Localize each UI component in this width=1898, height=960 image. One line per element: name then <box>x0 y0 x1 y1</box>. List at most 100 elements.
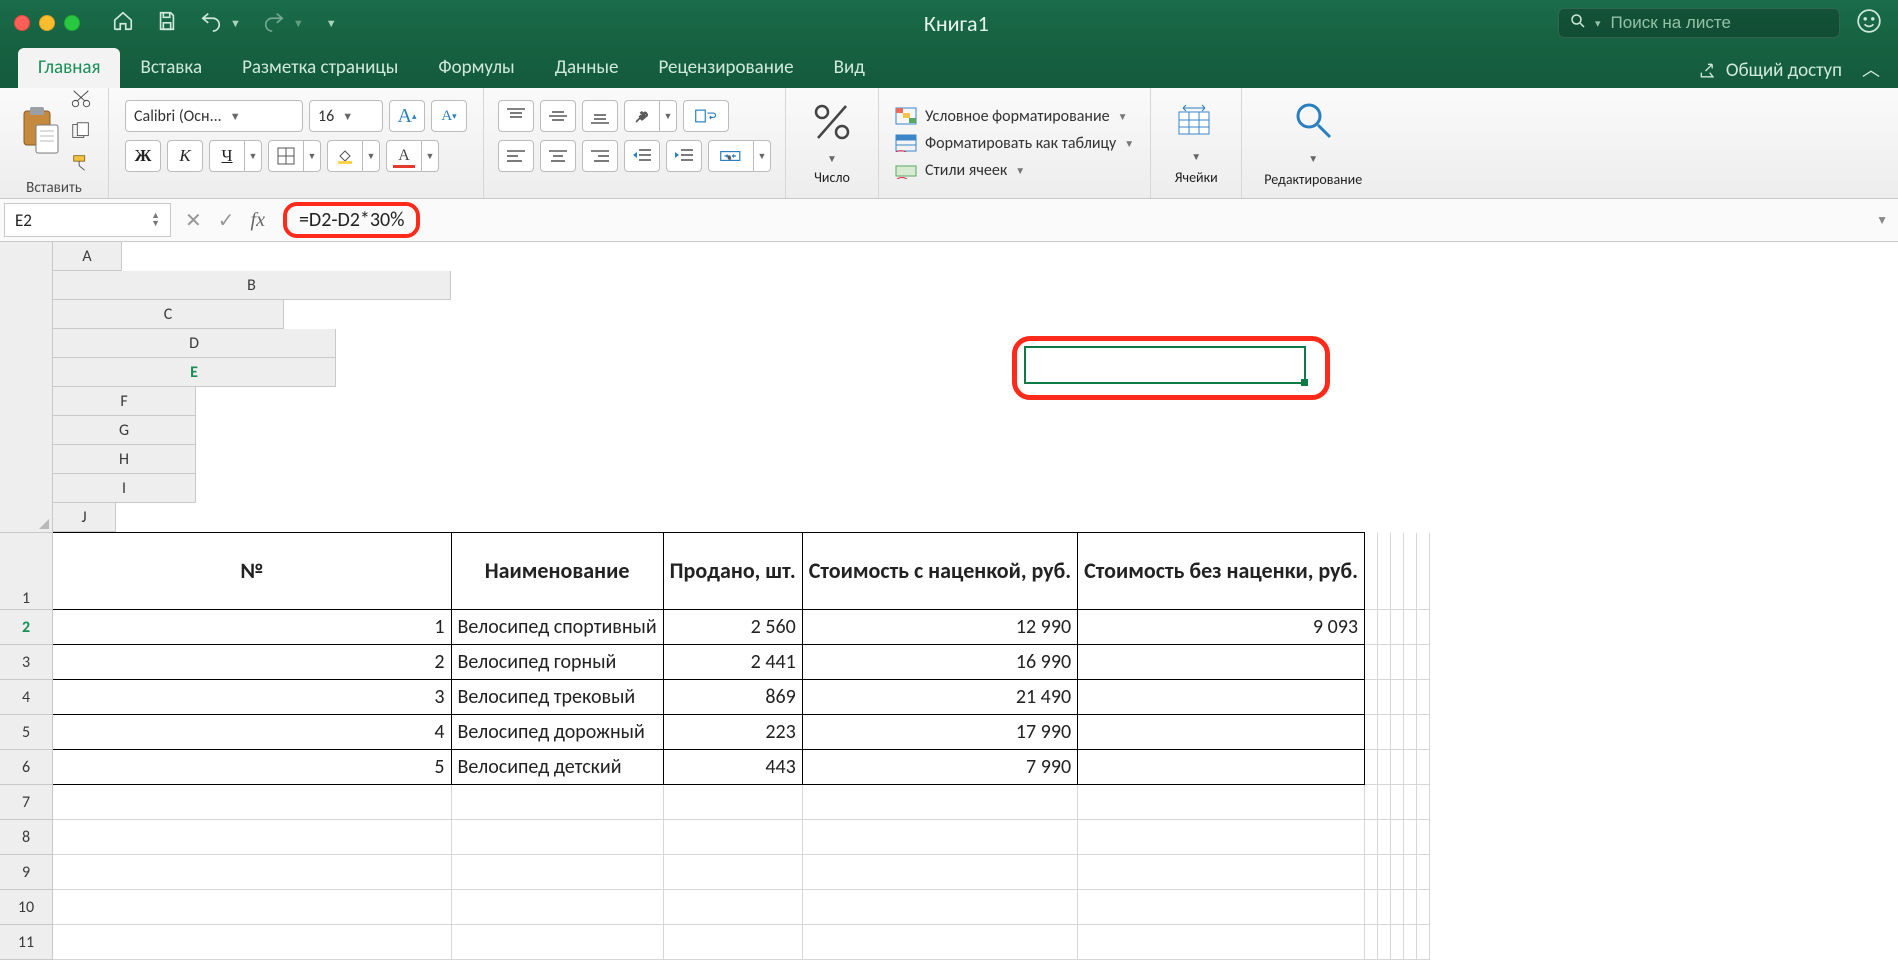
find-icon[interactable] <box>1291 98 1335 146</box>
font-size-select[interactable]: 16▼ <box>309 100 383 132</box>
align-center-icon[interactable] <box>540 140 576 172</box>
shrink-font-button[interactable]: A▾ <box>431 100 467 132</box>
cell-D4[interactable]: 21 490 <box>802 680 1077 715</box>
cell-A2[interactable]: 1 <box>53 610 452 645</box>
cell-A3[interactable]: 2 <box>53 645 452 680</box>
search-input[interactable] <box>1609 12 1829 34</box>
search-box[interactable]: ▾ <box>1558 8 1840 38</box>
cell-D1[interactable]: Стоимость с наценкой, руб. <box>802 533 1077 610</box>
accept-formula-icon[interactable]: ✓ <box>218 208 235 233</box>
col-header-H[interactable]: H <box>53 445 196 474</box>
redo-icon[interactable] <box>263 10 285 36</box>
percent-icon[interactable] <box>810 100 854 148</box>
cut-icon[interactable] <box>70 89 92 113</box>
col-header-E[interactable]: E <box>53 358 336 387</box>
cell-A4[interactable]: 3 <box>53 680 452 715</box>
minimize-window-button[interactable] <box>39 15 55 31</box>
col-header-C[interactable]: C <box>53 300 284 329</box>
collapse-ribbon-button[interactable]: ︿ <box>1862 56 1880 88</box>
cell-A6[interactable]: 5 <box>53 750 452 785</box>
tab-view[interactable]: Вид <box>814 48 885 88</box>
cell-C1[interactable]: Продано, шт. <box>663 533 802 610</box>
align-top-icon[interactable] <box>498 100 534 132</box>
col-header-A[interactable]: A <box>53 242 122 271</box>
cell-C3[interactable]: 2 441 <box>663 645 802 680</box>
cell-J1[interactable] <box>1417 533 1430 610</box>
format-as-table-button[interactable]: Форматировать как таблицу▼ <box>895 134 1134 153</box>
align-middle-icon[interactable] <box>540 100 576 132</box>
cell-styles-button[interactable]: Стили ячеек▼ <box>895 161 1134 180</box>
col-header-B[interactable]: B <box>53 271 451 300</box>
cell-D2[interactable]: 12 990 <box>802 610 1077 645</box>
col-header-I[interactable]: I <box>53 474 196 503</box>
cell-E3[interactable] <box>1078 645 1365 680</box>
tab-formulas[interactable]: Формулы <box>418 48 534 88</box>
cells-icon[interactable] <box>1173 100 1219 144</box>
search-dropdown-icon[interactable]: ▾ <box>1595 17 1601 30</box>
align-bottom-icon[interactable] <box>582 100 618 132</box>
cell-I1[interactable] <box>1404 533 1417 610</box>
merge-button[interactable]: a▼ <box>708 140 771 172</box>
name-box[interactable]: E2 ▲▼ <box>4 203 171 237</box>
cell-B1[interactable]: Наименование <box>451 533 663 610</box>
borders-button[interactable]: ▼ <box>268 140 321 172</box>
row-header-10[interactable]: 10 <box>0 890 53 925</box>
row-header-11[interactable]: 11 <box>0 925 53 960</box>
cell-A1[interactable]: № <box>53 533 452 610</box>
font-color-button[interactable]: А▼ <box>386 140 439 172</box>
row-header-1[interactable]: 1 <box>0 533 53 610</box>
cell-B6[interactable]: Велосипед детский <box>451 750 663 785</box>
col-header-D[interactable]: D <box>53 329 336 358</box>
cell-B2[interactable]: Велосипед спортивный <box>451 610 663 645</box>
underline-button[interactable]: Ч▼ <box>209 140 262 172</box>
cell-B5[interactable]: Велосипед дорожный <box>451 715 663 750</box>
align-right-icon[interactable] <box>582 140 618 172</box>
select-all-corner[interactable] <box>0 242 53 533</box>
fill-color-button[interactable]: ▼ <box>327 140 380 172</box>
cell-E6[interactable] <box>1078 750 1365 785</box>
redo-dropdown[interactable]: ▼ <box>293 17 304 30</box>
cell-D6[interactable]: 7 990 <box>802 750 1077 785</box>
cell-D5[interactable]: 17 990 <box>802 715 1077 750</box>
cell-C6[interactable]: 443 <box>663 750 802 785</box>
name-box-stepper[interactable]: ▲▼ <box>151 212 160 228</box>
cell-F1[interactable] <box>1365 533 1378 610</box>
row-header-3[interactable]: 3 <box>0 645 53 680</box>
conditional-formatting-button[interactable]: Условное форматирование▼ <box>895 107 1134 126</box>
cell-A5[interactable]: 4 <box>53 715 452 750</box>
cell-D3[interactable]: 16 990 <box>802 645 1077 680</box>
wrap-text-button[interactable] <box>683 100 729 132</box>
cell-C2[interactable]: 2 560 <box>663 610 802 645</box>
fx-label[interactable]: fx <box>251 209 265 232</box>
bold-button[interactable]: Ж <box>125 140 161 172</box>
decrease-indent-icon[interactable] <box>624 140 660 172</box>
row-header-2[interactable]: 2 <box>0 610 53 645</box>
col-header-F[interactable]: F <box>53 387 196 416</box>
orientation-button[interactable]: ab▼ <box>624 100 677 132</box>
cell-E5[interactable] <box>1078 715 1365 750</box>
formula-bar-expand[interactable]: ▼ <box>1876 213 1888 228</box>
close-window-button[interactable] <box>14 15 30 31</box>
col-header-G[interactable]: G <box>53 416 196 445</box>
cell-E2[interactable]: 9 093 <box>1078 610 1365 645</box>
feedback-icon[interactable] <box>1856 8 1882 38</box>
undo-icon[interactable] <box>200 10 222 36</box>
undo-dropdown[interactable]: ▼ <box>230 17 241 30</box>
row-header-8[interactable]: 8 <box>0 820 53 855</box>
increase-indent-icon[interactable] <box>666 140 702 172</box>
cell-G1[interactable] <box>1378 533 1391 610</box>
cell-B4[interactable]: Велосипед трековый <box>451 680 663 715</box>
tab-insert[interactable]: Вставка <box>120 48 222 88</box>
grow-font-button[interactable]: A▴ <box>389 100 425 132</box>
share-button[interactable]: Общий доступ <box>1698 59 1842 88</box>
copy-icon[interactable] <box>70 121 92 145</box>
cell-E1[interactable]: Стоимость без наценки, руб. <box>1078 533 1365 610</box>
italic-button[interactable]: К <box>167 140 203 172</box>
qat-customize-dropdown[interactable]: ▼ <box>326 17 337 30</box>
cell-E4[interactable] <box>1078 680 1365 715</box>
tab-layout[interactable]: Разметка страницы <box>222 48 418 88</box>
tab-review[interactable]: Рецензирование <box>638 48 813 88</box>
cell-H1[interactable] <box>1391 533 1404 610</box>
maximize-window-button[interactable] <box>64 15 80 31</box>
format-painter-icon[interactable] <box>70 153 92 177</box>
